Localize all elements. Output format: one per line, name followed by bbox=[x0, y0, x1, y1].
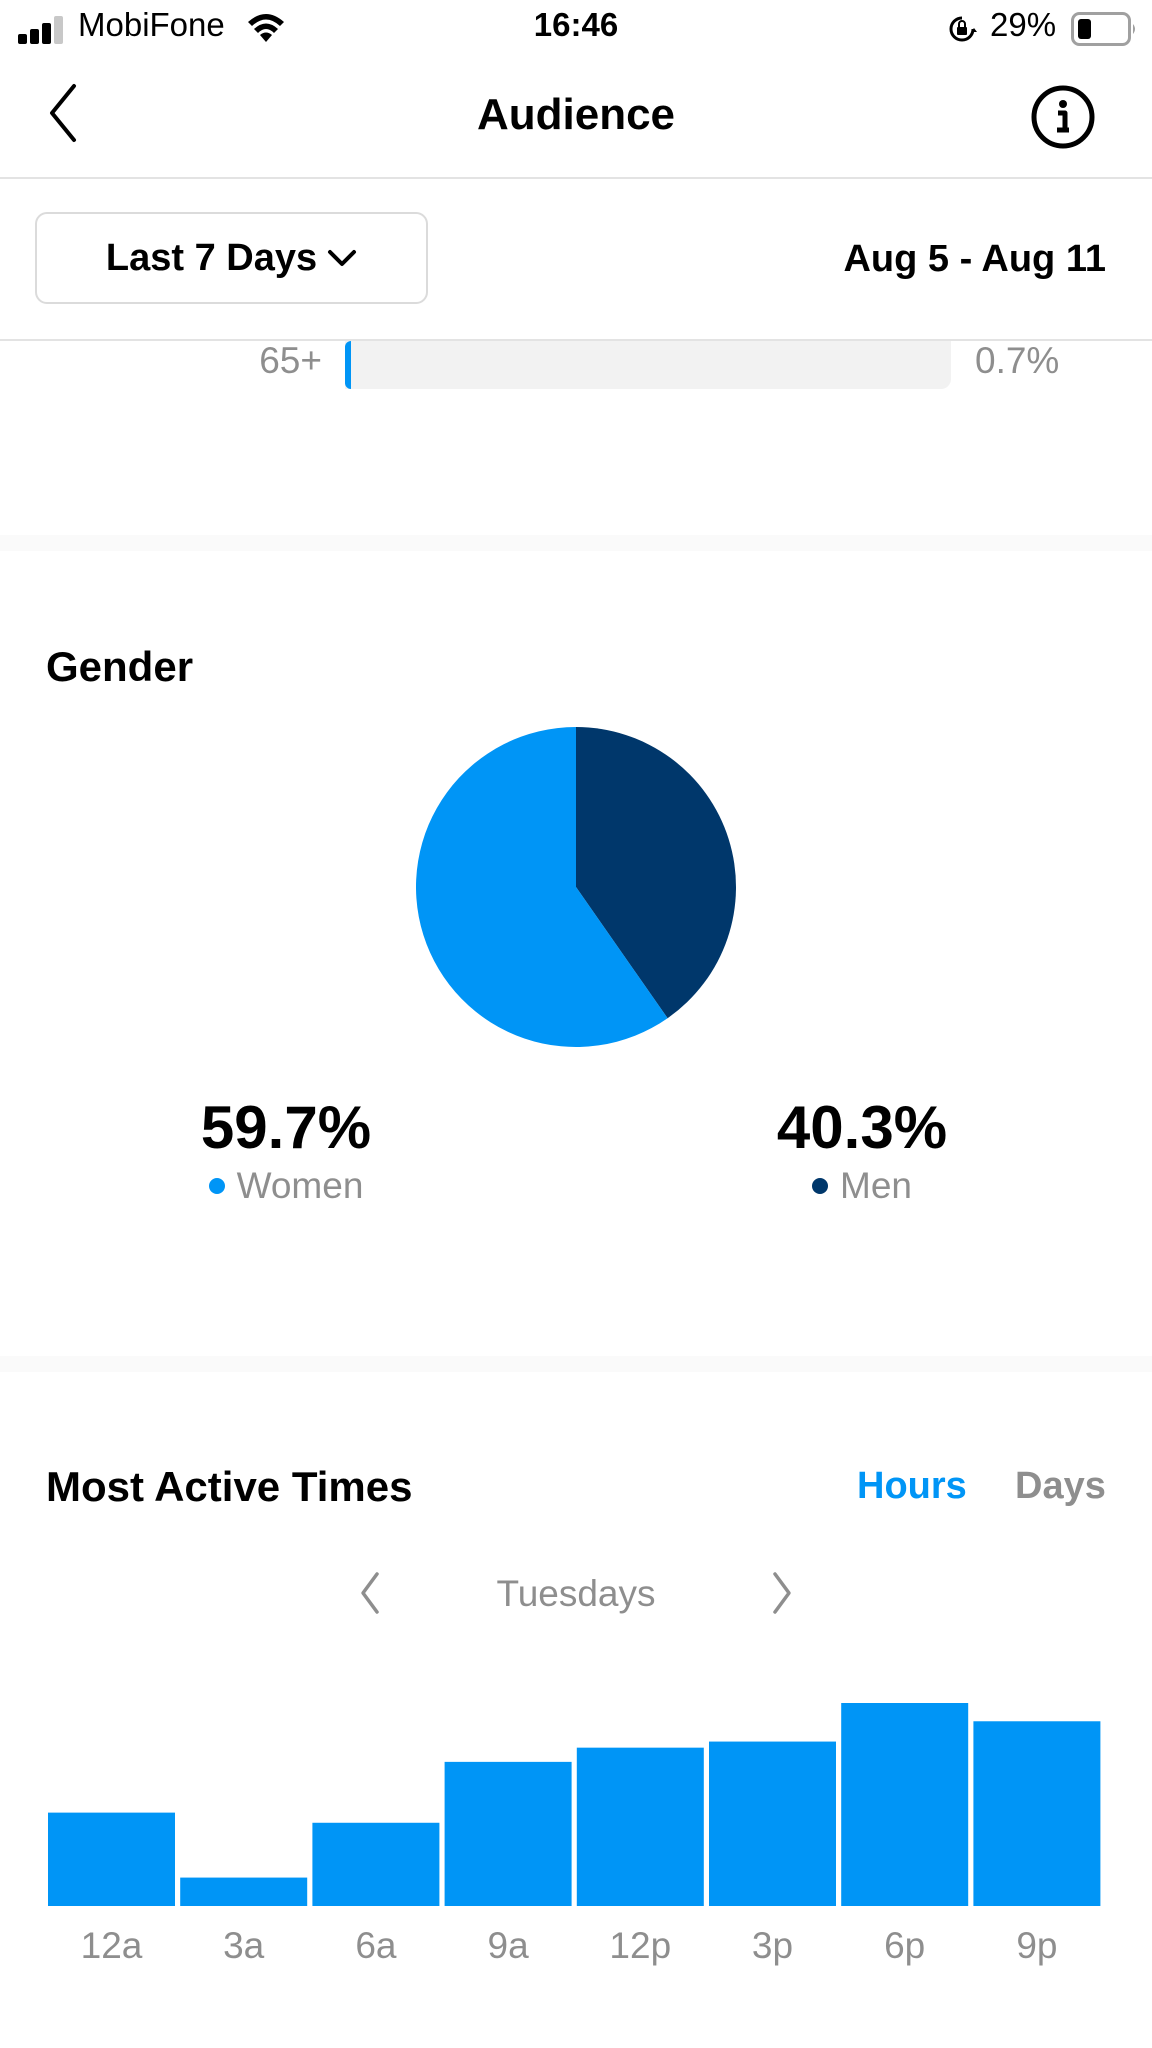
selected-day-label: Tuesdays bbox=[496, 1573, 656, 1614]
bar-12a bbox=[48, 1812, 175, 1906]
date-range-text: Aug 5 - Aug 11 bbox=[843, 238, 1106, 280]
active-times-bar-chart bbox=[48, 1703, 1101, 1906]
men-legend-label: Men bbox=[840, 1165, 912, 1206]
status-time: 16:46 bbox=[533, 6, 619, 43]
bar-6a bbox=[312, 1822, 440, 1906]
next-day-button[interactable] bbox=[767, 1570, 797, 1616]
x-tick-label: 9p bbox=[1016, 1925, 1058, 1966]
age-range-bar bbox=[345, 341, 951, 389]
days-toggle[interactable]: Days bbox=[1015, 1465, 1106, 1508]
age-range-label: 65+ bbox=[259, 340, 322, 381]
page-title: Audience bbox=[476, 90, 676, 139]
section-divider bbox=[0, 535, 1152, 551]
bar-6p bbox=[841, 1703, 969, 1906]
hours-toggle[interactable]: Hours bbox=[857, 1465, 967, 1508]
x-tick-label: 6a bbox=[355, 1925, 397, 1966]
women-legend-label: Women bbox=[236, 1165, 364, 1206]
active-times-title: Most Active Times bbox=[46, 1463, 413, 1510]
bar-9p bbox=[973, 1721, 1101, 1906]
gender-pie-chart bbox=[416, 727, 737, 1047]
orientation-lock-icon bbox=[949, 16, 977, 42]
battery-icon bbox=[1071, 12, 1135, 46]
x-tick-label: 3a bbox=[223, 1925, 265, 1966]
x-tick-label: 12p bbox=[609, 1925, 672, 1966]
women-legend-dot bbox=[208, 1178, 225, 1194]
age-range-bar-fill bbox=[345, 341, 351, 389]
dropdown-label: Last 7 Days bbox=[105, 236, 318, 279]
men-legend-dot bbox=[812, 1178, 828, 1194]
bar-3a bbox=[180, 1877, 308, 1906]
women-percent: 59.7% bbox=[200, 1094, 372, 1161]
chevron-down-icon bbox=[328, 250, 357, 266]
date-range-dropdown[interactable]: Last 7 Days bbox=[35, 212, 428, 304]
x-tick-label: 3p bbox=[751, 1925, 794, 1966]
info-button[interactable] bbox=[1030, 84, 1096, 150]
bar-12p bbox=[576, 1747, 704, 1906]
men-legend: Men bbox=[722, 1165, 1002, 1207]
gender-title: Gender bbox=[46, 643, 194, 690]
men-percent: 40.3% bbox=[776, 1094, 948, 1161]
section-divider bbox=[0, 1356, 1152, 1372]
bar-3p bbox=[709, 1741, 836, 1906]
bar-9a bbox=[444, 1761, 572, 1906]
header-divider bbox=[0, 177, 1152, 179]
x-tick-label: 12a bbox=[80, 1925, 143, 1966]
status-bar: MobiFone 16:46 29% bbox=[0, 0, 1152, 58]
women-legend: Women bbox=[146, 1165, 426, 1207]
x-tick-label: 9a bbox=[487, 1925, 529, 1966]
battery-percent: 29% bbox=[990, 6, 1057, 43]
age-range-percent: 0.7% bbox=[975, 340, 1060, 381]
x-tick-label: 6p bbox=[884, 1925, 926, 1966]
